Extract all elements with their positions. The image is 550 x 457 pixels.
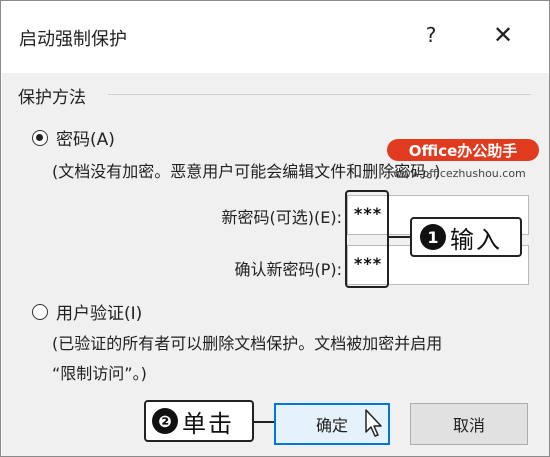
user-auth-description-2: “限制访问”。) [52,364,147,383]
user-auth-description-1: (已验证的所有者可以删除文档保护。文档被加密并启用 [52,334,443,353]
step1-connector [389,236,410,238]
password-radio[interactable] [32,129,48,146]
step1-badge: 1 [420,224,446,250]
title-bar: 启动强制保护 ? ✕ [1,1,549,73]
cancel-button-label: 取消 [452,416,485,435]
group-title: 保护方法 [18,88,86,108]
brand-watermark: Office办公助手 [387,139,539,161]
confirm-password-label: 确认新密码(P): [234,260,342,279]
step1-text: 输入 [450,225,502,254]
step2-connector [254,421,274,423]
help-button[interactable]: ? [419,23,443,51]
cancel-button[interactable]: 取消 [410,403,528,445]
user-auth-option-label: 用户验证(I) [56,304,143,324]
mouse-cursor-icon [365,409,382,437]
new-password-label: 新密码(可选)(E): [221,208,342,227]
password-option-label: 密码(A) [56,130,115,150]
user-auth-option[interactable]: 用户验证(I) [32,299,142,324]
dialog-title: 启动强制保护 [19,29,127,50]
watermark-url: www.officezhushou.com [393,167,526,180]
group-divider [108,94,531,95]
close-button[interactable]: ✕ [489,21,517,51]
password-description: (文档没有加密。恶意用户可能会编辑文件和删除密码。) [52,162,441,181]
step1-callout: 1 输入 [410,217,522,257]
step2-badge: ❷ [152,408,178,434]
user-auth-radio[interactable] [32,303,48,320]
password-option[interactable]: 密码(A) [32,125,115,150]
protect-dialog: 启动强制保护 ? ✕ 保护方法 密码(A) (文档没有加密。恶意用户可能会编辑文… [0,0,550,457]
ok-button-label: 确定 [315,416,348,435]
password-highlight [345,190,389,288]
step2-callout: ❷ 单击 [144,400,254,442]
dialog-body: 保护方法 密码(A) (文档没有加密。恶意用户可能会编辑文件和删除密码。) 新密… [2,73,549,456]
step2-text: 单击 [182,409,234,438]
